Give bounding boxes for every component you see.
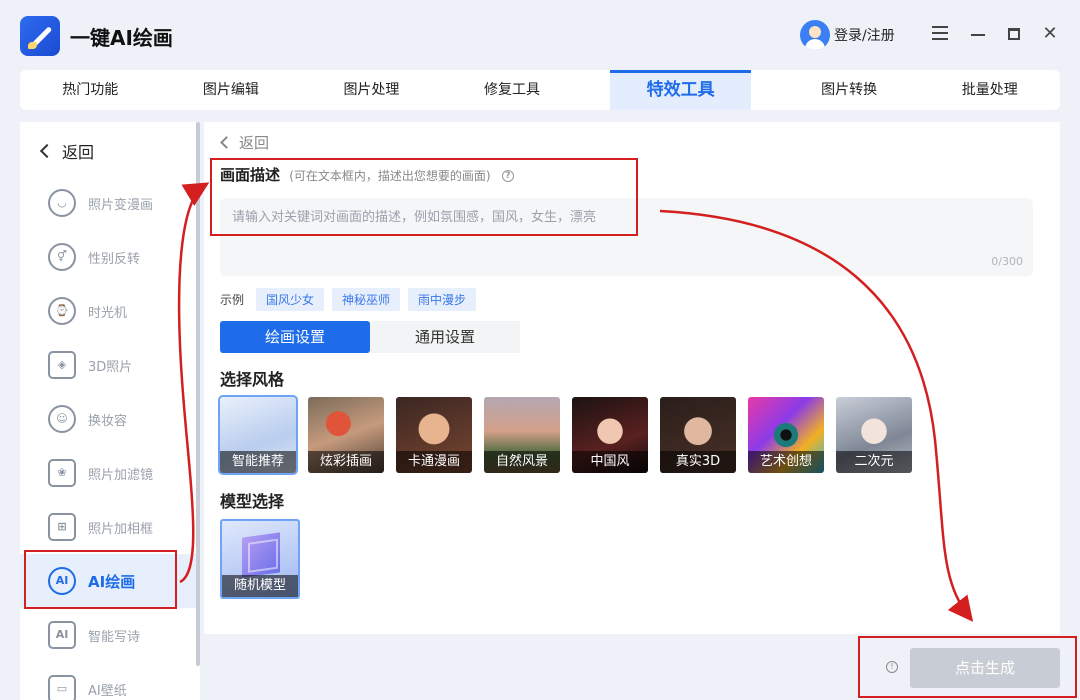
tab-batch[interactable]: 批量处理 xyxy=(919,70,1060,110)
minimize-icon[interactable] xyxy=(966,22,990,46)
style-name: 真实3D xyxy=(660,451,736,473)
style-card-anime[interactable]: 二次元 xyxy=(836,397,912,473)
sidebar-item-wallpaper[interactable]: ▭ AI壁纸 xyxy=(20,662,196,700)
tab-image-process[interactable]: 图片处理 xyxy=(301,70,442,110)
annotation-box-ai-paint xyxy=(24,550,177,609)
sidebar-item-ai-poem[interactable]: AI 智能写诗 xyxy=(20,608,196,662)
tab-general-settings[interactable]: 通用设置 xyxy=(370,321,520,353)
sidebar-item-gender[interactable]: ⚥ 性别反转 xyxy=(20,230,196,284)
layers-icon: ◈ xyxy=(48,351,76,379)
examples-label: 示例 xyxy=(220,293,245,307)
menu-icon[interactable] xyxy=(928,22,952,46)
sidebar-item-filter[interactable]: ❀ 照片加滤镜 xyxy=(20,446,196,500)
sidebar-scrollbar[interactable] xyxy=(196,122,200,666)
sidebar-item-label: 时光机 xyxy=(88,305,128,321)
sidebar-item-label: 照片加滤镜 xyxy=(88,467,154,483)
model-card-random[interactable]: 随机模型 xyxy=(220,519,300,599)
char-counter: 0/300 xyxy=(991,255,1023,268)
examples-row: 示例 国风少女 神秘巫师 雨中漫步 xyxy=(220,288,477,311)
makeup-icon: ☺ xyxy=(48,405,76,433)
tab-convert[interactable]: 图片转换 xyxy=(779,70,920,110)
model-section-title: 模型选择 xyxy=(220,492,285,511)
tab-repair[interactable]: 修复工具 xyxy=(442,70,583,110)
style-card-cartoon[interactable]: 卡通漫画 xyxy=(396,397,472,473)
sidebar-item-frame[interactable]: ⊞ 照片加相框 xyxy=(20,500,196,554)
sidebar-item-3d[interactable]: ◈ 3D照片 xyxy=(20,338,196,392)
settings-tabs: 绘画设置 通用设置 xyxy=(220,321,520,353)
tab-hot[interactable]: 热门功能 xyxy=(20,70,161,110)
sidebar-item-cartoon[interactable]: ◡ 照片变漫画 xyxy=(20,176,196,230)
close-icon[interactable]: ✕ xyxy=(1038,22,1062,46)
style-name: 自然风景 xyxy=(484,451,560,473)
login-button[interactable]: 登录/注册 xyxy=(800,20,895,50)
style-name: 艺术创想 xyxy=(748,451,824,473)
cube-icon xyxy=(242,532,280,578)
style-name: 中国风 xyxy=(572,451,648,473)
style-card-chinese[interactable]: 中国风 xyxy=(572,397,648,473)
face-icon: ◡ xyxy=(48,189,76,217)
chevron-left-icon xyxy=(39,143,55,159)
title-bar: 一键AI绘画 登录/注册 ✕ xyxy=(0,0,1080,70)
top-tabs: 热门功能 图片编辑 图片处理 修复工具 特效工具 图片转换 批量处理 xyxy=(20,70,1060,110)
style-card-illustration[interactable]: 炫彩插画 xyxy=(308,397,384,473)
tab-image-edit[interactable]: 图片编辑 xyxy=(161,70,302,110)
style-card-smart[interactable]: 智能推荐 xyxy=(218,395,298,475)
tab-effects[interactable]: 特效工具 xyxy=(610,70,751,110)
annotation-box-description xyxy=(210,158,638,236)
sidebar-item-label: 性别反转 xyxy=(88,251,141,267)
style-name: 炫彩插画 xyxy=(308,451,384,473)
sidebar-item-time-machine[interactable]: ⌚ 时光机 xyxy=(20,284,196,338)
back-button[interactable]: 返回 xyxy=(220,132,270,153)
style-name: 智能推荐 xyxy=(220,451,296,473)
ai-poem-icon: AI xyxy=(48,621,76,649)
tab-paint-settings[interactable]: 绘画设置 xyxy=(220,321,370,353)
sidebar-item-label: 3D照片 xyxy=(88,359,133,375)
frame-icon: ⊞ xyxy=(48,513,76,541)
filter-icon: ❀ xyxy=(48,459,76,487)
clock-icon: ⌚ xyxy=(48,297,76,325)
wallpaper-icon: ▭ xyxy=(48,675,76,700)
example-chip[interactable]: 神秘巫师 xyxy=(332,288,401,311)
sidebar-item-label: 照片加相框 xyxy=(88,521,154,537)
sidebar-item-label: 换妆容 xyxy=(88,413,128,429)
login-label: 登录/注册 xyxy=(834,28,895,44)
sidebar-item-label: 照片变漫画 xyxy=(88,197,154,213)
sidebar-item-label: 智能写诗 xyxy=(88,629,141,645)
sidebar-back-button[interactable]: 返回 xyxy=(39,139,95,163)
annotation-box-generate xyxy=(858,636,1077,698)
style-card-real3d[interactable]: 真实3D xyxy=(660,397,736,473)
app-logo-icon xyxy=(20,16,60,56)
back-label: 返回 xyxy=(239,134,270,152)
sidebar-item-label: AI壁纸 xyxy=(88,683,127,699)
gender-icon: ⚥ xyxy=(48,243,76,271)
sidebar-item-makeup[interactable]: ☺ 换妆容 xyxy=(20,392,196,446)
sidebar-back-label: 返回 xyxy=(62,143,95,162)
style-card-landscape[interactable]: 自然风景 xyxy=(484,397,560,473)
example-chip[interactable]: 雨中漫步 xyxy=(408,288,477,311)
sidebar: 返回 ◡ 照片变漫画 ⚥ 性别反转 ⌚ 时光机 ◈ 3D照片 ☺ 换妆容 ❀ 照… xyxy=(20,122,200,700)
model-name: 随机模型 xyxy=(222,575,298,597)
style-name: 二次元 xyxy=(836,451,912,473)
chevron-left-icon xyxy=(220,136,233,149)
style-grid: 智能推荐 炫彩插画 卡通漫画 自然风景 中国风 真实3D 艺术创想 二次元 xyxy=(218,395,912,475)
style-section-title: 选择风格 xyxy=(220,370,285,389)
style-name: 卡通漫画 xyxy=(396,451,472,473)
avatar-icon xyxy=(800,20,830,50)
maximize-icon[interactable] xyxy=(1002,22,1026,46)
app-title: 一键AI绘画 xyxy=(70,26,173,50)
style-card-art[interactable]: 艺术创想 xyxy=(748,397,824,473)
example-chip[interactable]: 国风少女 xyxy=(256,288,325,311)
